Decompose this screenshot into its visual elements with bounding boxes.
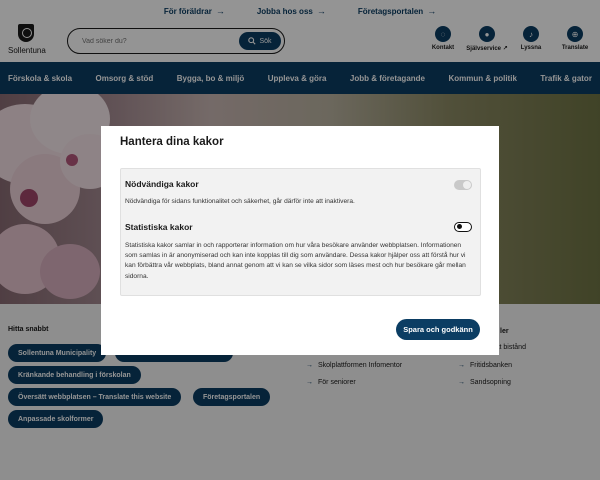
statistics-cookies-title: Statistiska kakor: [125, 222, 193, 232]
cookie-options: Nödvändiga kakor Nödvändiga för sidans f…: [120, 168, 481, 296]
statistics-cookies-description: Statistiska kakor samlar in och rapporte…: [125, 242, 466, 280]
cookie-dialog: Hantera dina kakor Nödvändiga kakor Nödv…: [101, 126, 499, 355]
necessary-cookies-title: Nödvändiga kakor: [125, 179, 199, 189]
necessary-cookies-description: Nödvändiga för sidans funktionalitet och…: [125, 198, 355, 205]
save-and-accept-button[interactable]: Spara och godkänn: [396, 319, 480, 340]
dialog-title: Hantera dina kakor: [120, 136, 224, 148]
necessary-cookies-toggle: [454, 180, 472, 190]
statistics-cookies-toggle[interactable]: [454, 222, 472, 232]
